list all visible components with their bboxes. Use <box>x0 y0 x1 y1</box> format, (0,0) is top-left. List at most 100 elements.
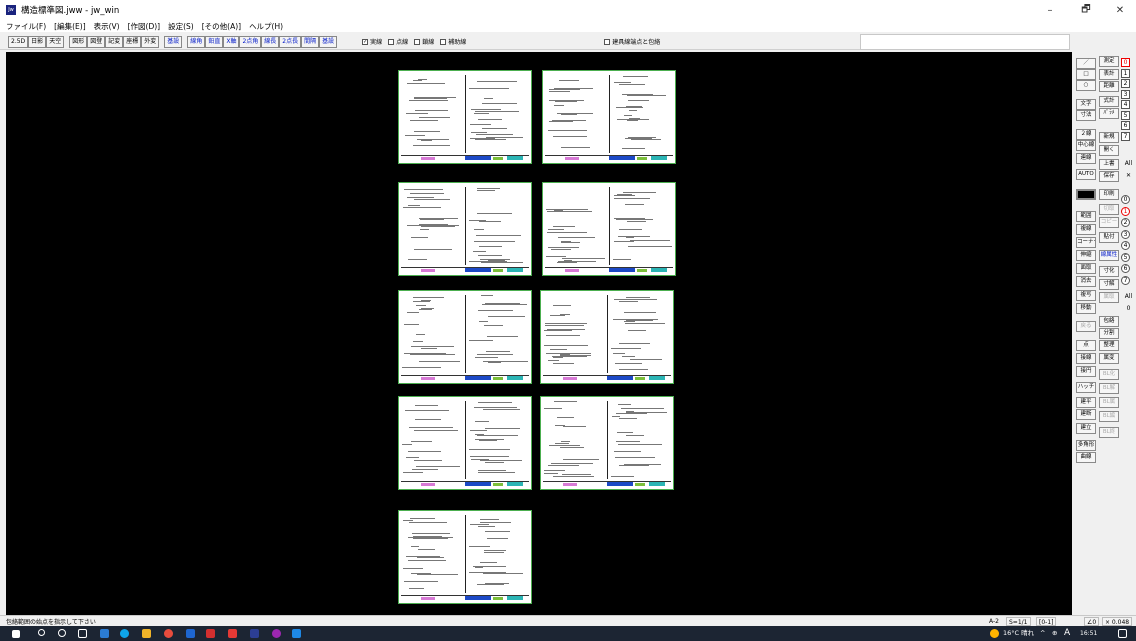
cmd-col1-button[interactable]: 接線 <box>1076 353 1096 364</box>
layer-group-button[interactable]: 5 <box>1121 110 1130 120</box>
pdf-viewer-icon[interactable] <box>228 629 237 638</box>
cmd-col2-button[interactable]: 貼付 <box>1099 232 1119 243</box>
tb-external-button[interactable]: 外変 <box>141 35 160 48</box>
weather-text[interactable]: 16°C 晴れ <box>1003 626 1034 641</box>
cmd-col1-button[interactable]: 消去 <box>1076 276 1096 287</box>
cmd-col1-button[interactable]: ２線 <box>1076 129 1096 140</box>
layer-group-button[interactable]: 1 <box>1121 68 1130 78</box>
cmd-col1-button[interactable]: 面取 <box>1076 263 1096 274</box>
tb-two-point-length-button[interactable]: 2点長 <box>279 35 302 48</box>
tb-x-axis-button[interactable]: X軸 <box>223 35 240 48</box>
close-button[interactable]: ✕ <box>1106 0 1134 20</box>
layer-indicator[interactable]: [0-1] <box>1036 617 1057 626</box>
clock[interactable]: 16:51 <box>1080 626 1097 641</box>
cmd-col2-button[interactable]: 整理 <box>1099 340 1119 351</box>
layer-all-button[interactable]: All <box>1124 293 1133 302</box>
layer-group-button[interactable]: 3 <box>1121 89 1130 99</box>
task-view-icon[interactable] <box>78 629 87 638</box>
word-icon[interactable] <box>292 629 301 638</box>
cmd-col2-button[interactable]: コピー <box>1099 217 1119 228</box>
menu-view[interactable]: 表示(V) <box>94 21 120 32</box>
tb-shadow-button[interactable]: 日影 <box>28 35 47 48</box>
checkbox-icon[interactable] <box>440 38 447 45</box>
tb-interval-button[interactable]: 間隔 <box>301 35 320 48</box>
cmd-col1-button[interactable]: 複線 <box>1076 224 1096 235</box>
cmd-col2-button[interactable]: 包絡 <box>1099 316 1119 327</box>
cmd-col1-button[interactable]: 曲線 <box>1076 452 1096 463</box>
tb-base-button[interactable]: 基設 <box>164 35 183 48</box>
weather-icon[interactable] <box>990 629 999 638</box>
cmd-col1-button[interactable]: 範囲 <box>1076 211 1096 222</box>
layer-button[interactable]: 4 <box>1121 241 1130 250</box>
cmd-col1-button[interactable]: 移動 <box>1076 303 1096 314</box>
checkbox-icon[interactable] <box>388 38 395 45</box>
cmd-col2-button[interactable]: 新規 <box>1099 132 1119 143</box>
drawing-sheet[interactable] <box>398 510 532 604</box>
tb-two-point-angle-button[interactable]: 2点角 <box>239 35 262 48</box>
drawing-sheet[interactable] <box>398 182 532 276</box>
checkbox-icon[interactable] <box>604 38 611 45</box>
cmd-col1-button[interactable]: 連線 <box>1076 153 1096 164</box>
cmd-col2-button[interactable]: 測定 <box>1099 56 1119 67</box>
cmd-col1-button[interactable]: ／ <box>1076 58 1096 69</box>
cmd-col1-button[interactable]: 文字 <box>1076 99 1096 110</box>
checkbox-icon[interactable] <box>414 38 421 45</box>
zoom-indicator[interactable]: × 0.048 <box>1102 617 1133 626</box>
tb-line-angle-button[interactable]: 線角 <box>187 35 206 48</box>
drawing-sheet[interactable] <box>542 182 676 276</box>
layer-group-close-button[interactable]: ✕ <box>1124 172 1133 181</box>
cmd-col1-button[interactable]: 寸法 <box>1076 110 1096 121</box>
ime-indicator[interactable]: A <box>1064 626 1070 641</box>
cmd-col2-button[interactable]: 表計 <box>1099 69 1119 80</box>
checkbox-icon[interactable]: ✓ <box>362 38 369 45</box>
cortana-icon[interactable] <box>58 629 66 637</box>
restore-button[interactable]: 🗗 <box>1072 0 1100 20</box>
layer-button[interactable]: 7 <box>1121 275 1130 285</box>
drawing-sheet[interactable] <box>398 396 532 490</box>
tb-figure-button[interactable]: 図形 <box>69 35 88 48</box>
drawing-canvas[interactable] <box>6 52 1072 615</box>
tb-coordinate-button[interactable]: 座標 <box>123 35 142 48</box>
file-explorer-icon[interactable] <box>142 629 151 638</box>
layer-group-all-button[interactable]: All <box>1124 160 1133 169</box>
scale-indicator[interactable]: S=1/1 <box>1006 617 1031 626</box>
cmd-col2-button[interactable]: 上書 <box>1099 159 1119 170</box>
cmd-col1-button[interactable]: ハッチ <box>1076 382 1096 393</box>
edge-icon[interactable] <box>120 629 129 638</box>
layer-group-button[interactable]: 4 <box>1121 100 1130 109</box>
cmd-col2-button[interactable]: BL解 <box>1099 383 1119 394</box>
menu-draw[interactable]: [作図(D)] <box>128 21 160 32</box>
cmd-col2-button[interactable]: 寸化 <box>1099 266 1119 277</box>
layer-button[interactable]: 1 <box>1121 206 1130 216</box>
menu-help[interactable]: ヘルプ(H) <box>249 21 283 32</box>
menu-other[interactable]: [その他(A)] <box>202 21 241 32</box>
cmd-col2-button[interactable]: 式計 <box>1099 96 1119 107</box>
check-chain-line[interactable]: 鎖線 <box>414 37 434 46</box>
tb-line-length-button[interactable]: 線長 <box>261 35 280 48</box>
tray-chevron-icon[interactable]: ^ <box>1040 626 1045 641</box>
windows-start-icon[interactable] <box>12 630 20 638</box>
cmd-col2-button[interactable]: BL終 <box>1099 427 1119 438</box>
cmd-col2-button[interactable]: BL化 <box>1099 369 1119 380</box>
layer-button[interactable]: 6 <box>1121 264 1130 273</box>
cmd-col1-button[interactable]: コーナー <box>1076 237 1096 248</box>
outlook-icon[interactable] <box>100 629 109 638</box>
layer-group-button[interactable]: 2 <box>1121 79 1130 88</box>
cmd-col2-button[interactable]: 属変 <box>1099 353 1119 364</box>
cmd-col1-button[interactable]: 点 <box>1076 340 1096 351</box>
layer-group-button[interactable]: 7 <box>1121 131 1130 141</box>
cmd-col1-button[interactable]: ○ <box>1076 80 1096 91</box>
check-solid-line[interactable]: ✓ 実線 <box>362 37 382 46</box>
layer-button[interactable]: 0 <box>1121 195 1130 204</box>
tb-figure-register-button[interactable]: 図登 <box>87 35 106 48</box>
cmd-col2-button[interactable]: 寸解 <box>1099 279 1119 290</box>
drawing-sheet[interactable] <box>542 70 676 164</box>
cmd-col1-button[interactable]: 伸縮 <box>1076 250 1096 261</box>
jw-cad-taskbar-icon[interactable] <box>250 629 259 638</box>
cmd-col2-button[interactable]: 距離 <box>1099 81 1119 92</box>
tb-vertical-button[interactable]: 鉛直 <box>205 35 224 48</box>
chrome-icon[interactable] <box>164 629 173 638</box>
cmd-col1-button[interactable]: 複写 <box>1076 290 1096 301</box>
cmd-col1-button[interactable]: □ <box>1076 69 1096 80</box>
minimize-button[interactable]: – <box>1036 0 1064 20</box>
